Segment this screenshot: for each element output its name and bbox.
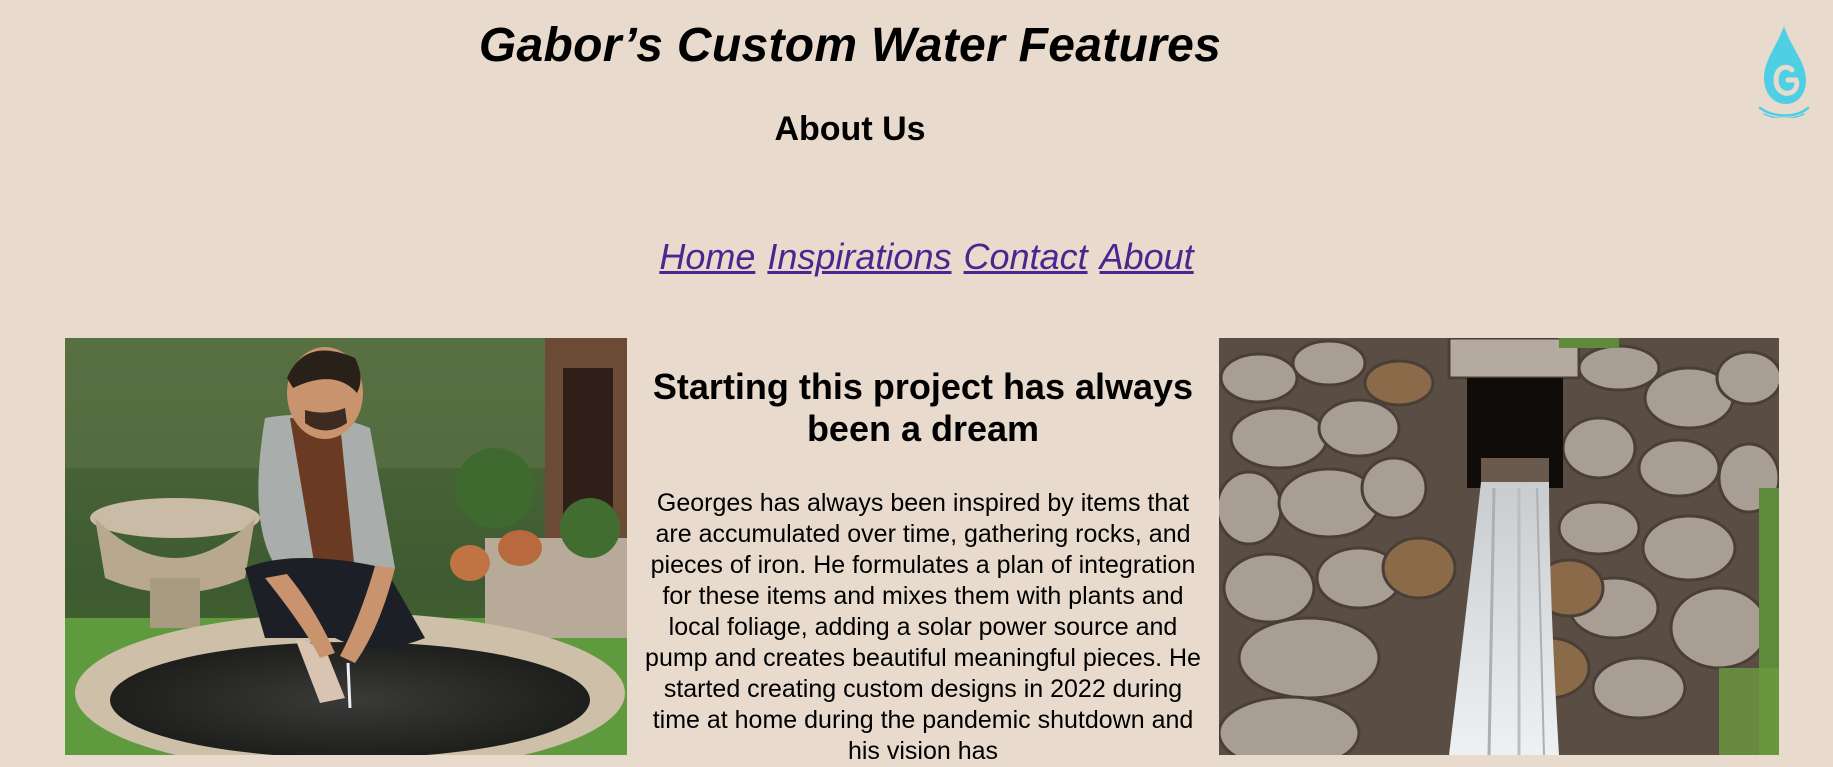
water-drop-logo-icon[interactable] <box>1756 22 1812 120</box>
nav-link-inspirations[interactable]: Inspirations <box>767 236 951 277</box>
main-nav: Home Inspirations Contact About <box>0 236 1833 278</box>
about-content: Starting this project has always been a … <box>640 366 1206 767</box>
nav-link-home[interactable]: Home <box>659 236 755 277</box>
site-title: Gabor’s Custom Water Features <box>478 19 1222 72</box>
section-heading: Starting this project has always been a … <box>652 366 1194 449</box>
water-drop-g-logo-icon <box>1758 26 1810 120</box>
nav-link-contact[interactable]: Contact <box>964 236 1088 277</box>
nav-link-about[interactable]: About <box>1100 236 1194 277</box>
man-with-fountain-image <box>65 338 627 755</box>
page-heading: About Us <box>774 110 926 148</box>
about-paragraph: Georges has always been inspired by item… <box>645 489 1201 765</box>
stone-waterfall-image <box>1219 338 1779 755</box>
